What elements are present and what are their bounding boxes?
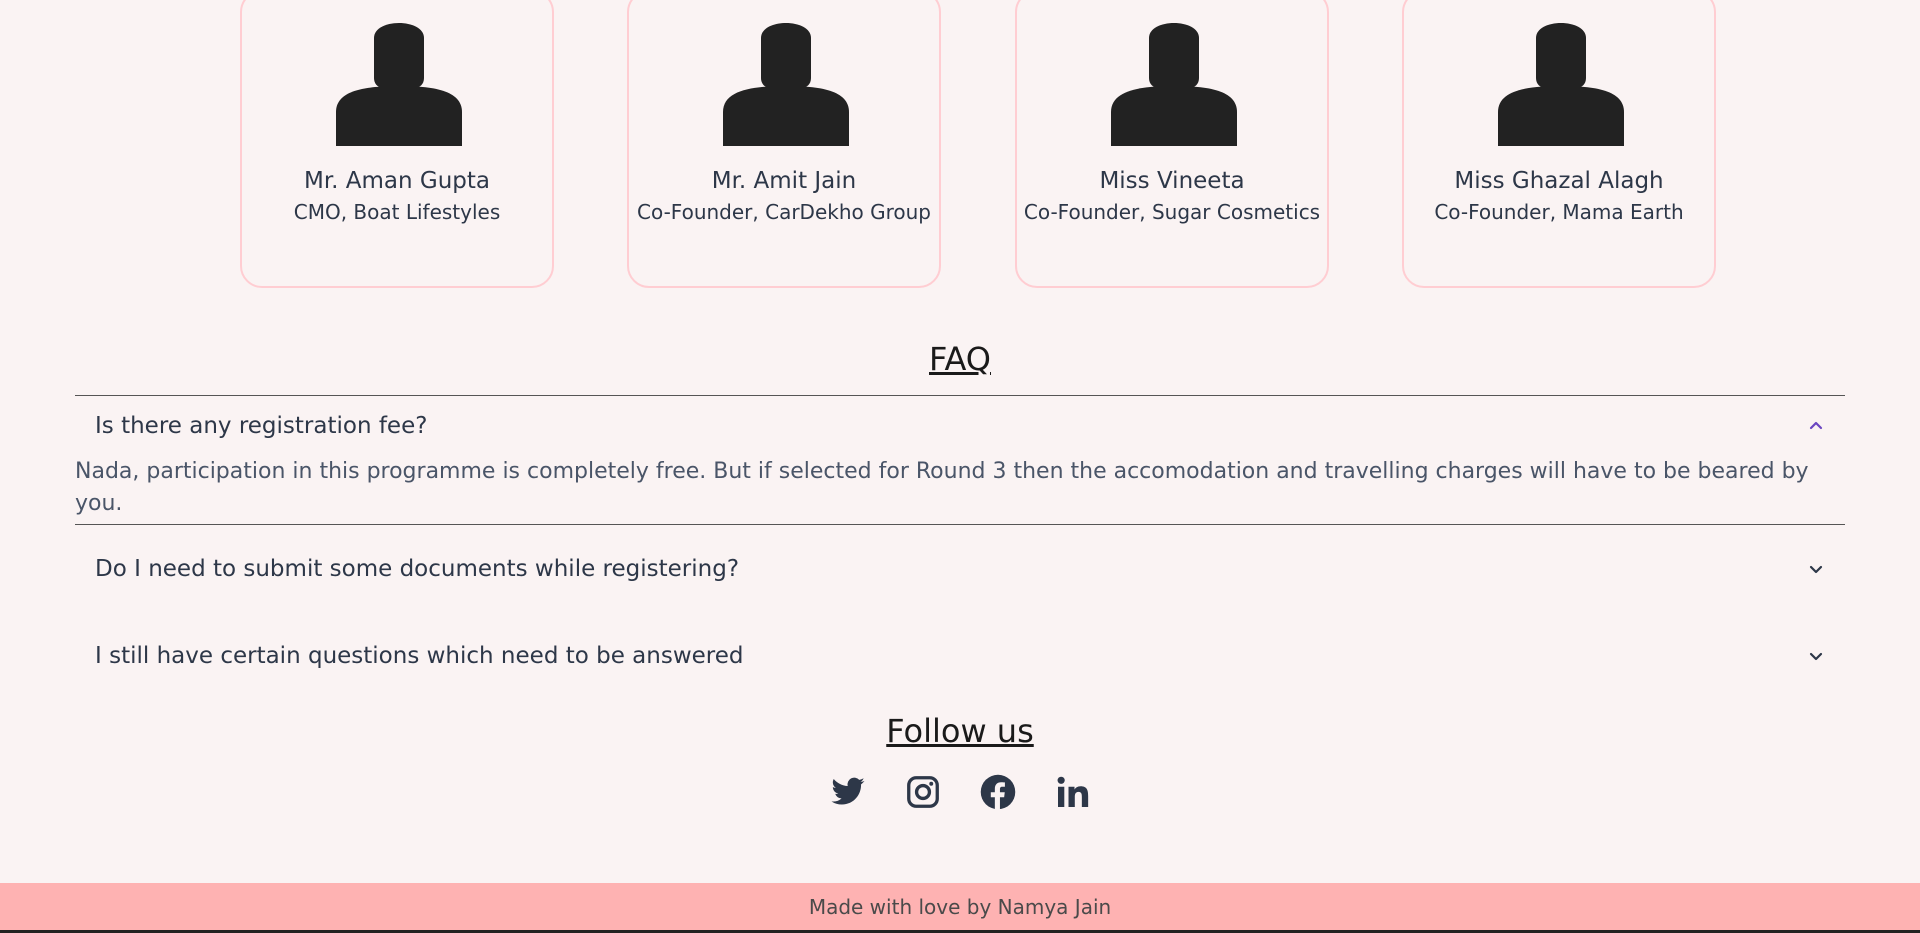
team-card: Mr. Aman Gupta CMO, Boat Lifestyles bbox=[240, 0, 554, 288]
chevron-up-icon[interactable] bbox=[1807, 417, 1825, 435]
faq-title: FAQ bbox=[929, 340, 991, 378]
facebook-icon[interactable] bbox=[980, 774, 1016, 810]
footer: Made with love by Namya Jain bbox=[0, 883, 1920, 933]
linkedin-icon[interactable] bbox=[1055, 774, 1091, 810]
person-icon bbox=[336, 23, 462, 146]
faq-list: Is there any registration fee? Nada, par… bbox=[75, 395, 1845, 699]
team-card: Mr. Amit Jain Co-Founder, CarDekho Group bbox=[627, 0, 941, 288]
team-member-name: Mr. Aman Gupta bbox=[303, 168, 491, 194]
faq-question: Is there any registration fee? bbox=[95, 413, 428, 439]
faq-question: Do I need to submit some documents while… bbox=[95, 555, 740, 582]
chevron-down-icon[interactable] bbox=[1807, 560, 1825, 578]
chevron-down-icon[interactable] bbox=[1807, 647, 1825, 665]
team-cards: Mr. Aman Gupta CMO, Boat Lifestyles Mr. … bbox=[0, 0, 1920, 290]
social-links bbox=[0, 774, 1920, 810]
team-member-role: Co-Founder, Sugar Cosmetics bbox=[1023, 200, 1321, 224]
faq-answer: Nada, participation in this programme is… bbox=[75, 459, 1809, 516]
team-member-name: Miss Ghazal Alagh bbox=[1454, 168, 1664, 194]
team-member-role: CMO, Boat Lifestyles bbox=[293, 200, 501, 224]
team-member-name: Mr. Amit Jain bbox=[711, 168, 857, 194]
faq-item: Do I need to submit some documents while… bbox=[75, 525, 1845, 612]
faq-question: I still have certain questions which nee… bbox=[95, 642, 744, 669]
instagram-icon[interactable] bbox=[905, 774, 941, 810]
faq-item: Is there any registration fee? Nada, par… bbox=[75, 395, 1845, 525]
team-member-role: Co-Founder, CarDekho Group bbox=[637, 200, 931, 224]
faq-question-toggle[interactable]: I still have certain questions which nee… bbox=[75, 612, 1845, 699]
team-member-name: Miss Vineeta bbox=[1099, 168, 1245, 194]
faq-item: I still have certain questions which nee… bbox=[75, 612, 1845, 699]
team-card: Miss Vineeta Co-Founder, Sugar Cosmetics bbox=[1015, 0, 1329, 288]
follow-us-title: Follow us bbox=[886, 712, 1034, 750]
team-member-role: Co-Founder, Mama Earth bbox=[1434, 200, 1684, 224]
person-icon bbox=[723, 23, 849, 146]
team-card: Miss Ghazal Alagh Co-Founder, Mama Earth bbox=[1402, 0, 1716, 288]
person-icon bbox=[1111, 23, 1237, 146]
person-icon bbox=[1498, 23, 1624, 146]
twitter-icon[interactable] bbox=[830, 774, 866, 810]
footer-text: Made with love by Namya Jain bbox=[808, 894, 1112, 919]
faq-question-toggle[interactable]: Is there any registration fee? bbox=[75, 396, 1845, 456]
faq-question-toggle[interactable]: Do I need to submit some documents while… bbox=[75, 525, 1845, 612]
